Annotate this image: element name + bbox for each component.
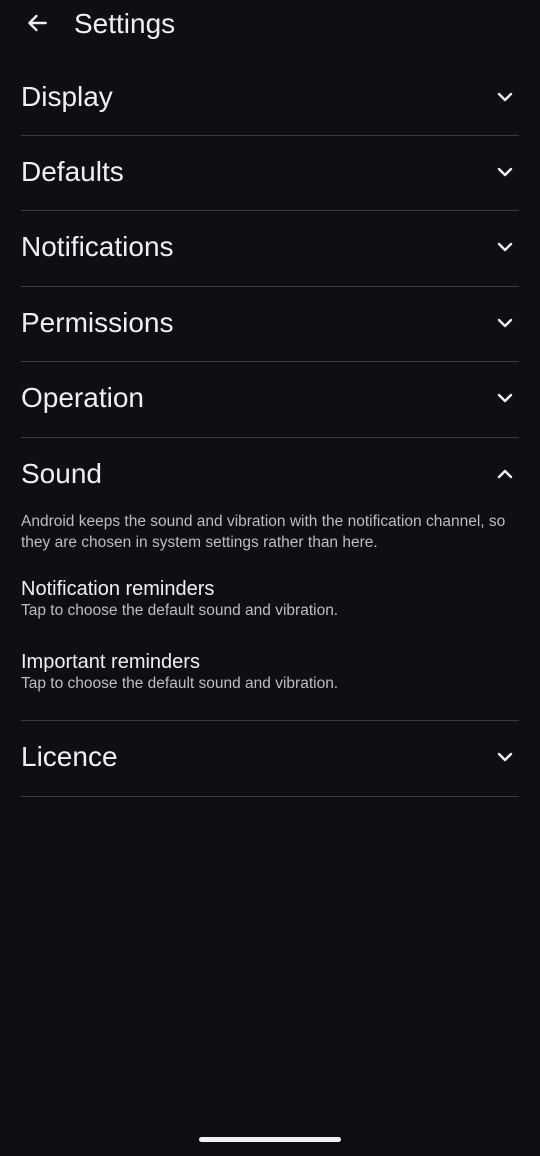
section-label: Notifications [21, 231, 174, 262]
setting-title: Notification reminders [21, 578, 215, 600]
arrow-left-icon [24, 10, 50, 41]
section-label: Defaults [21, 156, 124, 187]
chevron-down-icon [495, 388, 515, 408]
section-defaults[interactable]: Defaults [21, 136, 519, 211]
divider [21, 796, 519, 797]
page-title: Settings [74, 8, 176, 39]
section-display[interactable]: Display [21, 61, 519, 136]
chevron-down-icon [495, 162, 515, 182]
section-sound[interactable]: Sound [21, 438, 519, 513]
section-notifications[interactable]: Notifications [21, 211, 519, 286]
back-button[interactable] [20, 8, 54, 42]
chevron-down-icon [495, 747, 515, 767]
sound-description: Android keeps the sound and vibration wi… [21, 513, 506, 551]
section-permissions[interactable]: Permissions [21, 287, 519, 362]
section-licence[interactable]: Licence [21, 721, 519, 796]
chevron-up-icon [495, 464, 515, 484]
section-operation[interactable]: Operation [21, 362, 519, 437]
setting-caption: Tap to choose the default sound and vibr… [21, 675, 339, 692]
section-label: Licence [21, 741, 118, 772]
section-label: Permissions [21, 307, 174, 338]
notification-reminders-setting[interactable]: Notification reminders Tap to choose the… [21, 577, 519, 629]
chevron-down-icon [495, 237, 515, 257]
home-indicator[interactable] [199, 1137, 341, 1142]
setting-title: Important reminders [21, 651, 200, 673]
setting-caption: Tap to choose the default sound and vibr… [21, 602, 339, 619]
top-app-bar: Settings [0, 0, 540, 48]
important-reminders-setting[interactable]: Important reminders Tap to choose the de… [21, 650, 519, 702]
section-label: Operation [21, 382, 144, 413]
section-label: Sound [21, 458, 102, 489]
chevron-down-icon [495, 87, 515, 107]
section-label: Display [21, 81, 113, 112]
chevron-down-icon [495, 313, 515, 333]
